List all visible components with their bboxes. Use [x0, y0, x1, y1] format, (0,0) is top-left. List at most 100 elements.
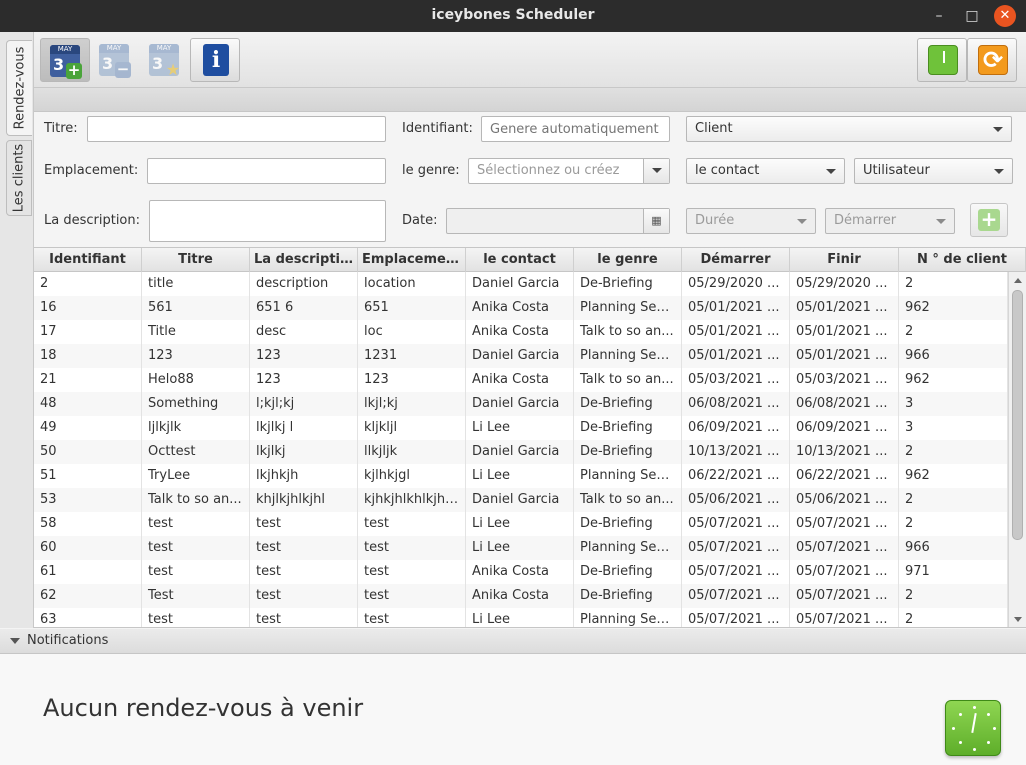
table-cell: 2: [899, 512, 1008, 536]
minimize-button[interactable]: –: [928, 5, 950, 27]
appointment-form: Titre: Identifiant: Client Emplacement: …: [34, 112, 1026, 244]
table-cell: test: [250, 536, 358, 560]
favorite-appointment-button[interactable]: MAY 3 ★: [140, 38, 190, 82]
calendar-month-label: MAY: [50, 45, 80, 54]
table-row[interactable]: 58 test test test Li Lee De-Briefing 05/07/202…: [34, 512, 1008, 536]
table-row[interactable]: 61 test test test Anika Costa De-Briefing 05/0…: [34, 560, 1008, 584]
table-cell: 06/08/2021 ...: [790, 392, 899, 416]
table-cell: 123: [250, 368, 358, 392]
date-picker[interactable]: ▦: [446, 208, 670, 234]
column-header[interactable]: Emplacement: [358, 248, 466, 272]
user-select[interactable]: Utilisateur: [854, 158, 1013, 184]
title-bar: iceybones Scheduler – □ ✕: [0, 0, 1026, 32]
title-input[interactable]: [87, 116, 386, 142]
column-header[interactable]: Identifiant: [34, 248, 142, 272]
table-cell: 2: [899, 584, 1008, 608]
calendar-icon[interactable]: ▦: [643, 209, 669, 233]
column-header[interactable]: le contact: [466, 248, 574, 272]
calendar-month-label: MAY: [149, 44, 179, 53]
table-cell: llkjljk: [358, 440, 466, 464]
location-input[interactable]: [147, 158, 386, 184]
table-cell: De-Briefing: [574, 416, 682, 440]
table-cell: 17: [34, 320, 142, 344]
table-cell: lkjlkj l: [250, 416, 358, 440]
table-row[interactable]: 2 title description location Daniel Garcia De…: [34, 272, 1008, 296]
description-label: La description:: [44, 213, 141, 228]
table-cell: 50: [34, 440, 142, 464]
type-dropdown-button[interactable]: [643, 159, 669, 183]
notifications-body: Aucun rendez-vous à venir: [0, 654, 1026, 765]
table-row[interactable]: 16 561 651 6 651 Anika Costa Planning Ses... 0…: [34, 296, 1008, 320]
table-row[interactable]: 50 Octtest lkjlkj llkjljk Daniel Garcia De-Br…: [34, 440, 1008, 464]
table-cell: 49: [34, 416, 142, 440]
table-cell: TryLee: [142, 464, 250, 488]
table-cell: description: [250, 272, 358, 296]
table-cell: test: [358, 608, 466, 627]
window-title: iceybones Scheduler: [431, 7, 595, 23]
collapse-icon[interactable]: [10, 638, 20, 644]
table-cell: 966: [899, 536, 1008, 560]
side-tab-bar: Rendez-vous Les clients: [0, 32, 34, 628]
column-header[interactable]: N ° de client: [899, 248, 1026, 272]
table-row[interactable]: 49 ljlkjlk lkjlkj l kljkljl Li Lee De-Briefin…: [34, 416, 1008, 440]
table-cell: kljkljl: [358, 416, 466, 440]
column-header[interactable]: La description: [250, 248, 358, 272]
table-row[interactable]: 17 Title desc loc Anika Costa Talk to so an..…: [34, 320, 1008, 344]
description-textarea[interactable]: [149, 200, 386, 242]
scroll-down-icon[interactable]: [1014, 617, 1022, 622]
table-row[interactable]: 62 Test test test Anika Costa De-Briefing 05/0…: [34, 584, 1008, 608]
maximize-button[interactable]: □: [961, 5, 983, 27]
table-row[interactable]: 53 Talk to so an... khjlkjhlkjhl kjhkjhlkhl…: [34, 488, 1008, 512]
duration-select[interactable]: Durée: [686, 208, 816, 234]
table-row[interactable]: 21 Helo88 123 123 Anika Costa Talk to so an..…: [34, 368, 1008, 392]
table-cell: 06/22/2021 ...: [682, 464, 790, 488]
add-button[interactable]: +: [970, 203, 1008, 237]
column-header[interactable]: Titre: [142, 248, 250, 272]
column-header[interactable]: Démarrer: [682, 248, 790, 272]
table-cell: test: [142, 536, 250, 560]
table-cell: test: [142, 560, 250, 584]
clock-button[interactable]: [917, 38, 967, 82]
table-row[interactable]: 60 test test test Li Lee Planning Ses... 05/07…: [34, 536, 1008, 560]
table-header: Identifiant Titre La description Emplace…: [34, 248, 1026, 272]
scroll-thumb[interactable]: [1012, 290, 1023, 540]
remove-appointment-button[interactable]: MAY 3 −: [90, 38, 140, 82]
tab-les-clients[interactable]: Les clients: [6, 140, 32, 216]
table-row[interactable]: 18 123 123 1231 Daniel Garcia Planning Ses...…: [34, 344, 1008, 368]
table-cell: Talk to so an...: [574, 368, 682, 392]
table-cell: 2: [899, 488, 1008, 512]
table-row[interactable]: 51 TryLee lkjhkjh kjlhkjgl Li Lee Planning Se…: [34, 464, 1008, 488]
table-scrollbar[interactable]: [1008, 272, 1026, 627]
column-header[interactable]: le genre: [574, 248, 682, 272]
duration-select-value: Durée: [695, 213, 735, 228]
table-cell: Something: [142, 392, 250, 416]
close-button[interactable]: ✕: [994, 5, 1016, 27]
plus-icon: +: [978, 209, 1000, 231]
table-row[interactable]: 48 Something l;kjl;kj lkjl;kj Daniel Garcia D…: [34, 392, 1008, 416]
column-header[interactable]: Finir: [790, 248, 899, 272]
id-input[interactable]: [481, 116, 670, 142]
table-cell: Li Lee: [466, 416, 574, 440]
add-appointment-button[interactable]: MAY 3 +: [40, 38, 90, 82]
notifications-header[interactable]: Notifications: [0, 629, 1026, 654]
table-cell: kjhkjhlkhlkjhj...: [358, 488, 466, 512]
info-button[interactable]: i: [190, 38, 240, 82]
calendar-day-label: 3: [152, 54, 164, 73]
tab-rendez-vous[interactable]: Rendez-vous: [6, 40, 32, 136]
table-cell: 2: [899, 272, 1008, 296]
contact-select[interactable]: le contact: [686, 158, 845, 184]
client-select[interactable]: Client: [686, 116, 1012, 142]
table-cell: test: [250, 512, 358, 536]
table-cell: 123: [358, 368, 466, 392]
table-cell: 05/07/2021 ...: [682, 560, 790, 584]
type-combo[interactable]: Sélectionnez ou créez: [468, 158, 670, 184]
table-cell: 05/07/2021 ...: [790, 584, 899, 608]
refresh-button[interactable]: ⟳: [967, 38, 1017, 82]
chevron-down-icon: [797, 219, 807, 224]
table-cell: Octtest: [142, 440, 250, 464]
scroll-up-icon[interactable]: [1014, 278, 1022, 283]
table-cell: 05/29/2020 ...: [682, 272, 790, 296]
start-select[interactable]: Démarrer: [825, 208, 955, 234]
table-row[interactable]: 63 test test test Li Lee Planning Ses... 05/07…: [34, 608, 1008, 627]
type-label: le genre:: [402, 163, 460, 178]
